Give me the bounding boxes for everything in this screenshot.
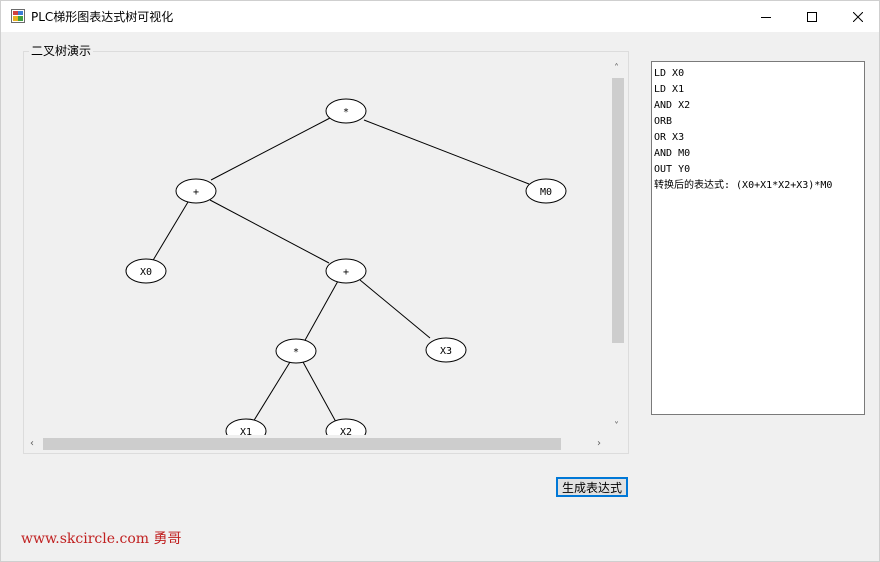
- watermark-text: www.skcircle.com 勇哥: [21, 531, 182, 547]
- output-line: AND X2: [654, 100, 691, 111]
- tree-node-plus1[interactable]: +: [175, 178, 217, 204]
- tree-node-label: *: [293, 347, 299, 358]
- edge-root-plus1: [210, 117, 331, 181]
- edge-plus1-x0: [151, 201, 189, 263]
- title-bar[interactable]: PLC梯形图表达式树可视化: [1, 1, 879, 32]
- edge-root-m0: [363, 119, 530, 185]
- tree-node-mul2[interactable]: *: [275, 338, 317, 364]
- close-button[interactable]: [835, 1, 879, 32]
- tree-nodes: * + M0 X0 + * X3 X1 X2: [125, 98, 567, 437]
- output-line: AND M0: [654, 148, 691, 159]
- output-line: OR X3: [654, 132, 685, 143]
- scroll-down-icon[interactable]: ˅: [614, 422, 619, 432]
- maximize-icon: [807, 11, 817, 22]
- groupbox-label: 二叉树演示: [29, 42, 94, 59]
- tree-node-m0[interactable]: M0: [525, 178, 567, 204]
- tree-node-label: M0: [540, 187, 552, 198]
- tree-diagram: * + M0 X0 + * X3 X1 X2: [125, 98, 567, 437]
- scroll-right-icon[interactable]: ›: [597, 439, 601, 449]
- minimize-icon: [761, 16, 771, 18]
- output-textbox[interactable]: LD X0 LD X1 AND X2 ORB OR X3 AND M0 OUT Y0 转换后的…: [651, 61, 865, 415]
- tree-node-x0[interactable]: X0: [125, 258, 167, 284]
- edge-plus2-x3: [359, 279, 431, 339]
- output-line: LD X0: [654, 68, 685, 79]
- horizontal-scrollbar[interactable]: ‹ ›: [27, 435, 609, 453]
- edge-mul2-x2: [302, 361, 337, 423]
- edge-mul2-x1: [252, 361, 291, 423]
- output-line: OUT Y0: [654, 164, 691, 175]
- app-icon: [11, 9, 25, 23]
- minimize-button[interactable]: [743, 1, 789, 32]
- main-window: PLC梯形图表达式树可视化 二叉树演示 * + M0 X0 + * X3 X1 …: [0, 0, 880, 562]
- tree-node-x3[interactable]: X3: [425, 337, 467, 363]
- maximize-button[interactable]: [789, 1, 835, 32]
- tree-canvas: * + M0 X0 + * X3 X1 X2: [27, 60, 609, 437]
- scroll-up-icon[interactable]: ˄: [614, 64, 619, 74]
- output-line: 转换后的表达式: (X0+X1*X2+X3)*M0: [654, 180, 833, 191]
- tree-node-label: X0: [140, 267, 152, 278]
- generate-expression-button[interactable]: 生成表达式: [556, 477, 628, 497]
- tree-node-label: *: [343, 107, 349, 118]
- output-line: LD X1: [654, 84, 685, 95]
- output-line: ORB: [654, 116, 673, 127]
- vertical-scrollbar[interactable]: ˄ ˅: [609, 60, 627, 437]
- close-icon: [853, 11, 863, 22]
- tree-node-plus2[interactable]: +: [325, 258, 367, 284]
- scroll-left-icon[interactable]: ‹: [30, 439, 34, 449]
- edge-plus2-mul2: [303, 280, 339, 343]
- tree-node-label: +: [193, 187, 199, 198]
- tree-node-label: X3: [440, 346, 452, 357]
- window-title: PLC梯形图表达式树可视化: [31, 10, 174, 24]
- horizontal-scroll-thumb[interactable]: [43, 438, 561, 450]
- tree-node-label: +: [343, 267, 349, 278]
- edge-plus1-plus2: [209, 199, 330, 264]
- vertical-scroll-thumb[interactable]: [612, 78, 624, 343]
- tree-node-root[interactable]: *: [325, 98, 367, 124]
